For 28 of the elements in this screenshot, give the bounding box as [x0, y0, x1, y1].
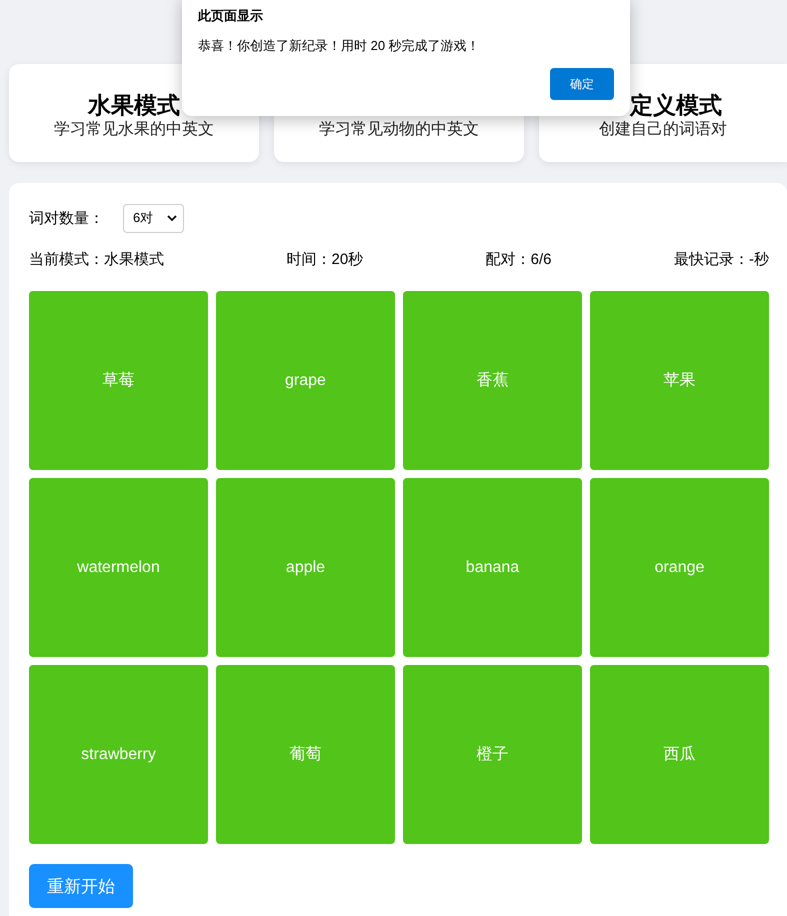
- word-card[interactable]: banana: [403, 478, 582, 657]
- word-card[interactable]: 西瓜: [590, 665, 769, 844]
- word-card[interactable]: orange: [590, 478, 769, 657]
- word-card[interactable]: grape: [216, 291, 395, 470]
- word-card[interactable]: 橙子: [403, 665, 582, 844]
- card-description: 创建自己的词语对: [599, 120, 727, 140]
- word-card[interactable]: 苹果: [590, 291, 769, 470]
- card-description: 学习常见动物的中英文: [319, 120, 479, 140]
- card-title: 水果模式: [88, 91, 180, 119]
- stat-text: 配对：6/6: [486, 250, 552, 270]
- chevron-icon: [167, 215, 177, 221]
- stat-text: 时间：20秒: [286, 250, 364, 270]
- stat-text: 最快记录：-秒: [674, 250, 769, 270]
- word-card[interactable]: apple: [216, 478, 395, 657]
- word-card[interactable]: 草莓: [29, 291, 208, 470]
- word-card[interactable]: 香蕉: [403, 291, 582, 470]
- word-card[interactable]: strawberry: [29, 665, 208, 844]
- pair-count-select[interactable]: 6对: [123, 204, 184, 232]
- word-card[interactable]: 葡萄: [216, 665, 395, 844]
- card-description: 学习常见水果的中英文: [54, 120, 214, 140]
- dialog-title: 此页面显示: [198, 8, 264, 24]
- dialog-message: 恭喜！你创造了新纪录！用时 20 秒完成了游戏！: [198, 38, 481, 54]
- ok-button[interactable]: 确定: [550, 68, 614, 100]
- stat-text: 当前模式：水果模式: [29, 250, 164, 270]
- word-card[interactable]: watermelon: [29, 478, 208, 657]
- pair-count-label: 词对数量：: [29, 208, 105, 228]
- card-title: 定义模式: [630, 91, 722, 119]
- restart-button[interactable]: 重新开始: [29, 864, 133, 908]
